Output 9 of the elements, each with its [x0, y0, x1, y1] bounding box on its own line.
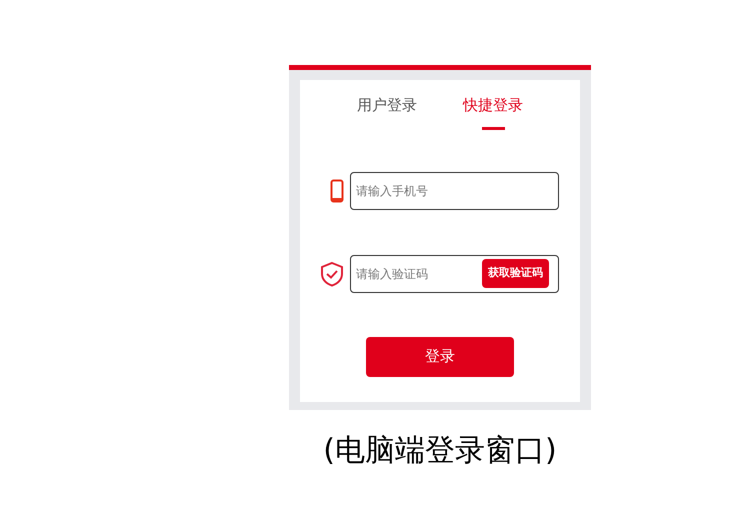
phone-field[interactable]: 请输入手机号 [350, 172, 559, 210]
code-field[interactable]: 请输入验证码 获取验证码 [350, 254, 559, 292]
get-code-button[interactable]: 获取验证码 [482, 259, 549, 288]
shield-check-icon [320, 260, 344, 286]
phone-icon [330, 178, 344, 202]
caption: (电脑端登录窗口) [323, 436, 557, 466]
login-tab[interactable]: 用户登录 [357, 94, 417, 130]
login-tab[interactable]: 快捷登录 [463, 94, 523, 130]
login-button[interactable]: 登录 [366, 336, 514, 376]
